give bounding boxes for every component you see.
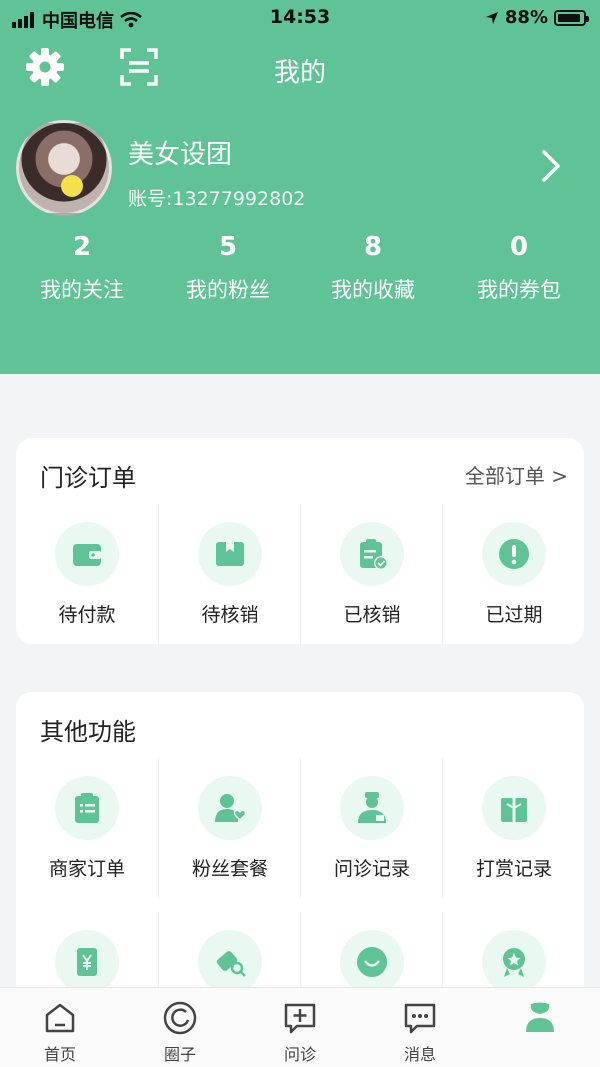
- status-right: 88%: [485, 7, 589, 28]
- icon-circle: [340, 930, 404, 994]
- stat-label: 我的关注: [40, 278, 124, 302]
- order-pending-payment[interactable]: 待付款: [16, 504, 158, 644]
- stat-following[interactable]: 2 我的关注: [7, 230, 157, 304]
- profile-icon: [526, 1002, 554, 1032]
- order-status-row: 待付款 待核销 已核销 已过期: [16, 504, 584, 644]
- tab-circle[interactable]: 圈子: [120, 988, 240, 1067]
- user-heart-icon: [215, 794, 247, 822]
- icon-circle: [340, 776, 404, 840]
- avatar[interactable]: [16, 120, 112, 216]
- cell-label: 已过期: [485, 604, 543, 626]
- cell-label: 打赏记录: [475, 858, 552, 880]
- chat-smile-icon: [357, 947, 387, 977]
- stat-value: 8: [363, 232, 383, 262]
- cell-label: 问诊记录: [333, 858, 410, 880]
- clipboard-list-icon: [75, 793, 99, 823]
- wallet-icon: [73, 544, 101, 566]
- tab-home[interactable]: 首页: [0, 988, 120, 1067]
- status-bar: 中国电信 14:53 88%: [0, 0, 600, 34]
- yen-card-icon: [77, 948, 97, 976]
- stat-value: 2: [72, 232, 92, 262]
- battery-icon: [554, 9, 589, 26]
- order-expired[interactable]: 已过期: [442, 504, 584, 644]
- fan-packages[interactable]: 粉丝套餐: [158, 758, 300, 898]
- other-features-card: 其他功能 商家订单 粉丝套餐 问诊记录 打赏记录: [16, 692, 584, 1052]
- stat-favorites[interactable]: 8 我的收藏: [298, 230, 448, 304]
- stat-label: 我的券包: [477, 278, 561, 302]
- tab-profile[interactable]: [480, 988, 600, 1067]
- doctor-icon: [358, 792, 386, 823]
- icon-circle: [198, 522, 262, 586]
- cell-label: 待核销: [201, 604, 259, 626]
- features-row-1: 商家订单 粉丝套餐 问诊记录 打赏记录: [16, 758, 584, 898]
- location-arrow-icon: [485, 11, 498, 24]
- account-number: 账号:13277992802: [128, 188, 306, 210]
- stat-label: 我的收藏: [331, 278, 415, 302]
- stat-coupons[interactable]: 0 我的券包: [444, 230, 594, 304]
- tab-messages[interactable]: 消息: [360, 988, 480, 1067]
- tab-label: 圈子: [163, 1045, 196, 1064]
- icon-circle: [340, 522, 404, 586]
- gift-icon: [501, 798, 527, 822]
- stat-value: 5: [218, 232, 238, 262]
- tab-label: 问诊: [283, 1045, 316, 1064]
- search-ticket-icon: [216, 951, 246, 977]
- cell-label: 商家订单: [48, 858, 125, 880]
- bottom-tab-bar: 首页 圈子 问诊 消息: [0, 987, 600, 1067]
- page-title: 我的: [273, 58, 326, 88]
- icon-circle: [198, 930, 262, 994]
- clipboard-check-icon: [360, 539, 388, 570]
- exclamation-icon: [499, 539, 529, 569]
- avatar-flower: [61, 175, 83, 197]
- cell-label: 待付款: [58, 604, 116, 626]
- box-icon: [216, 542, 244, 566]
- tab-label: 首页: [43, 1045, 76, 1064]
- icon-circle: [198, 776, 262, 840]
- tab-consult[interactable]: 问诊: [240, 988, 360, 1067]
- tip-records[interactable]: 打赏记录: [442, 758, 584, 898]
- order-verified[interactable]: 已核销: [300, 504, 442, 644]
- circle-icon: [163, 1001, 197, 1035]
- cell-label: 已核销: [343, 604, 401, 626]
- plus-chat-icon: [284, 1003, 316, 1034]
- stat-fans[interactable]: 5 我的粉丝: [153, 230, 303, 304]
- battery-percent: 88%: [504, 7, 548, 28]
- card-title: 其他功能: [40, 718, 136, 746]
- icon-circle: [482, 522, 546, 586]
- cell-label: 粉丝套餐: [191, 858, 268, 880]
- award-icon: [503, 948, 525, 977]
- stat-value: 0: [509, 232, 529, 262]
- icon-circle: [482, 930, 546, 994]
- profile-header: 中国电信 14:53 88% 我的 美女设团 账号:13277992802 2 …: [0, 0, 600, 374]
- stat-label: 我的粉丝: [186, 278, 270, 302]
- consult-records[interactable]: 问诊记录: [300, 758, 442, 898]
- clinic-orders-card: 门诊订单 全部订单 > 待付款 待核销 已核销 已过期: [16, 438, 584, 644]
- stats-row: 2 我的关注 5 我的粉丝 8 我的收藏 0 我的券包: [0, 230, 600, 310]
- icon-circle: [482, 776, 546, 840]
- merchant-orders[interactable]: 商家订单: [16, 758, 158, 898]
- home-icon: [45, 1003, 75, 1033]
- message-icon: [404, 1003, 436, 1034]
- username[interactable]: 美女设团: [128, 134, 232, 171]
- card-title: 门诊订单: [40, 464, 136, 492]
- tab-label: 消息: [403, 1045, 436, 1064]
- order-pending-verify[interactable]: 待核销: [158, 504, 300, 644]
- icon-circle: [55, 930, 119, 994]
- icon-circle: [55, 522, 119, 586]
- icon-circle: [55, 776, 119, 840]
- chevron-right-icon[interactable]: [536, 148, 564, 184]
- all-orders-link[interactable]: 全部订单 >: [465, 460, 568, 489]
